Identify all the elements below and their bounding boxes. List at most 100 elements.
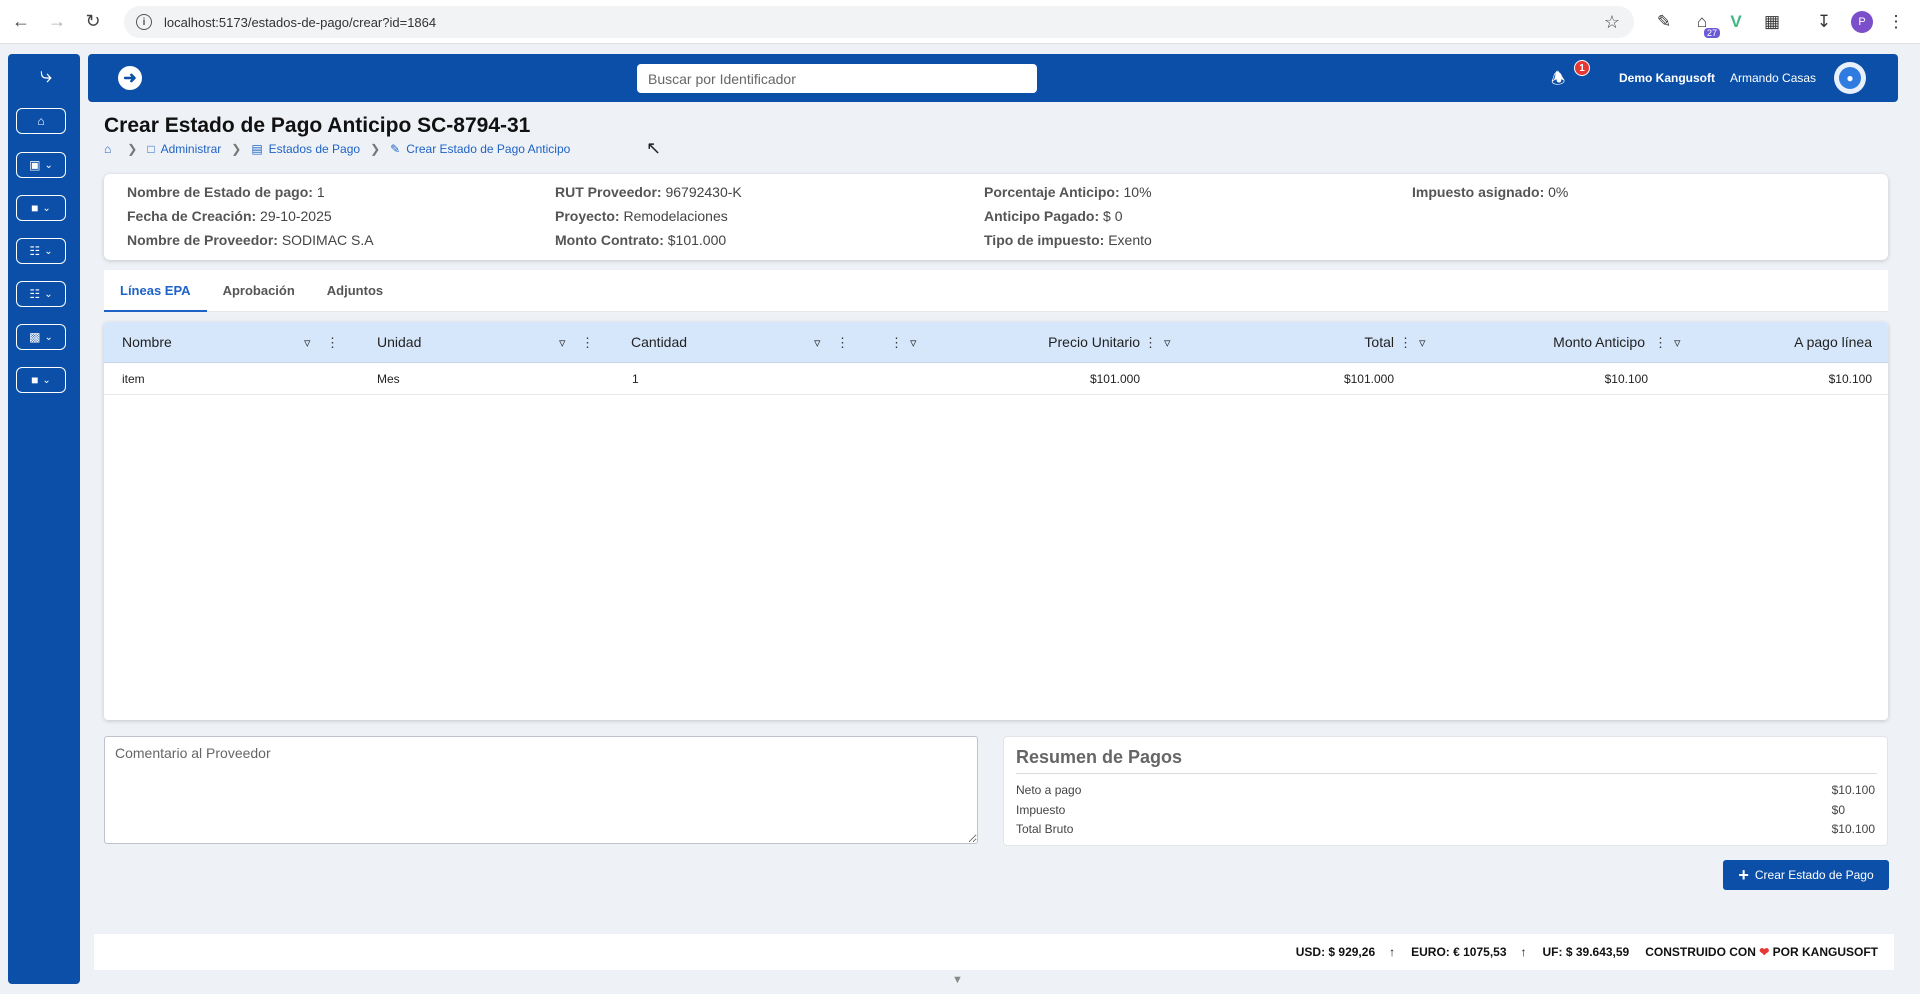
column-menu-icon[interactable]: ⋮: [1144, 322, 1157, 363]
tab-aprobacion[interactable]: Aprobación: [207, 270, 311, 312]
user-name[interactable]: Armando Casas: [1730, 71, 1816, 85]
info-tipo-impuesto: Tipo de impuesto: Exento: [984, 232, 1152, 248]
comment-textarea[interactable]: [104, 736, 978, 844]
download-icon[interactable]: ↧: [1812, 10, 1836, 34]
summary-bruto-value: $10.100: [1831, 822, 1875, 836]
sidebar-monitor-button[interactable]: ▣ ⌄: [16, 152, 66, 178]
address-bar[interactable]: i localhost:5173/estados-de-pago/crear?i…: [124, 6, 1634, 38]
create-button-label: Crear Estado de Pago: [1754, 868, 1874, 882]
reload-button[interactable]: ↻: [78, 7, 108, 37]
chevron-down-icon: ⌄: [44, 159, 53, 171]
monitor-icon: ▣: [29, 158, 41, 172]
eyedropper-extension-icon[interactable]: ✎: [1652, 10, 1676, 34]
url-text: localhost:5173/estados-de-pago/crear?id=…: [164, 14, 437, 30]
filter-icon[interactable]: ▿: [910, 322, 917, 363]
column-header-a-pago-linea[interactable]: A pago línea: [1704, 322, 1872, 363]
summary-impuesto-value: $0: [1831, 803, 1845, 817]
lines-table: Nombre ▿ ⋮ Unidad ▿ ⋮ Cantidad ▿ ⋮ ⋮ ▿ P…: [104, 322, 1888, 720]
column-header-total[interactable]: Total: [1214, 322, 1394, 363]
sidebar-tree-button-2[interactable]: ☷ ⌄: [16, 281, 66, 307]
scroll-down-icon[interactable]: ▼: [952, 974, 963, 986]
browser-toolbar: ← → ↻ i localhost:5173/estados-de-pago/c…: [0, 0, 1920, 44]
column-menu-icon[interactable]: ⋮: [836, 322, 849, 363]
info-proyecto: Proyecto: Remodelaciones: [555, 208, 728, 224]
chevron-down-icon: ⌄: [44, 331, 53, 343]
bookmark-star-icon[interactable]: ☆: [1604, 12, 1620, 33]
info-impuesto-asignado: Impuesto asignado: 0%: [1412, 184, 1569, 200]
info-nombre-estado: Nombre de Estado de pago: 1: [127, 184, 325, 200]
built-with-credit: CONSTRUIDO CON ❤ POR KANGUSOFT: [1645, 945, 1878, 959]
filter-icon[interactable]: ▿: [1419, 322, 1426, 363]
usd-indicator: USD: $ 929,26 ↑: [1295, 945, 1396, 959]
summary-neto-value: $10.100: [1831, 783, 1875, 797]
filter-icon[interactable]: ▿: [559, 322, 566, 363]
tab-lineas-epa[interactable]: Líneas EPA: [104, 270, 207, 312]
column-header-nombre[interactable]: Nombre: [122, 322, 172, 363]
sidebar-money-button[interactable]: ▩ ⌄: [16, 324, 66, 350]
forward-button[interactable]: →: [42, 7, 72, 37]
home-icon[interactable]: ⌂: [104, 142, 111, 156]
sidebar-folder-button-2[interactable]: ■ ⌄: [16, 367, 66, 393]
tab-adjuntos[interactable]: Adjuntos: [311, 270, 399, 312]
extension-icon[interactable]: ⌂ 27: [1690, 10, 1720, 38]
breadcrumb-crear-estado[interactable]: Crear Estado de Pago Anticipo: [406, 142, 570, 156]
column-header-unidad[interactable]: Unidad: [377, 322, 421, 363]
browser-menu-icon[interactable]: ⋮: [1884, 10, 1908, 34]
table-row[interactable]: item Mes 1 $101.000 $101.000 $10.100 $10…: [104, 363, 1888, 395]
extensions-puzzle-icon[interactable]: ▦: [1760, 10, 1784, 34]
app-header: ➜ 🕭 1 Demo Kangusoft Armando Casas ●: [88, 54, 1898, 102]
tree-icon: ☷: [29, 287, 41, 301]
chevron-down-icon: ⌄: [42, 202, 51, 214]
info-fecha-creacion: Fecha de Creación: 29-10-2025: [127, 208, 332, 224]
breadcrumb-estados-de-pago[interactable]: Estados de Pago: [269, 142, 360, 156]
filter-icon[interactable]: ▿: [1674, 322, 1681, 363]
bell-icon[interactable]: 🕭: [1551, 68, 1565, 95]
site-info-icon[interactable]: i: [136, 14, 152, 30]
chevron-right-icon: ❯: [127, 142, 138, 156]
table-header: Nombre ▿ ⋮ Unidad ▿ ⋮ Cantidad ▿ ⋮ ⋮ ▿ P…: [104, 322, 1888, 363]
notification-badge: 1: [1574, 60, 1590, 76]
back-button[interactable]: ←: [6, 7, 36, 37]
sidebar-folder-button[interactable]: ■ ⌄: [16, 195, 66, 221]
filter-icon[interactable]: ▿: [1164, 322, 1171, 363]
info-anticipo-pagado: Anticipo Pagado: $ 0: [984, 208, 1123, 224]
info-monto-contrato: Monto Contrato: $101.000: [555, 232, 727, 248]
cell-cantidad: 1: [632, 372, 639, 386]
filter-icon[interactable]: ▿: [814, 322, 821, 363]
plus-icon: +: [1738, 865, 1749, 885]
sidebar-home-button[interactable]: ⌂: [16, 108, 66, 134]
breadcrumb-administrar[interactable]: Administrar: [161, 142, 222, 156]
filter-icon[interactable]: ▿: [304, 322, 311, 363]
search-input[interactable]: [637, 64, 1037, 93]
vue-devtools-icon[interactable]: V: [1724, 10, 1748, 34]
chevron-down-icon: ⌄: [42, 374, 51, 386]
heart-icon: ❤: [1759, 945, 1770, 959]
summary-impuesto-label: Impuesto: [1016, 803, 1066, 817]
user-avatar[interactable]: ●: [1834, 62, 1866, 94]
breadcrumb: ⌂ ❯ □ Administrar ❯ ▤ Estados de Pago ❯ …: [104, 141, 570, 157]
arrow-right-icon[interactable]: ➜: [118, 66, 142, 90]
column-header-monto-anticipo[interactable]: Monto Anticipo: [1454, 322, 1645, 363]
profile-avatar[interactable]: P: [1851, 11, 1873, 33]
column-menu-icon[interactable]: ⋮: [326, 322, 339, 363]
column-menu-icon[interactable]: ⋮: [581, 322, 594, 363]
document-icon: ▤: [251, 142, 263, 156]
sidebar-tree-button[interactable]: ☷ ⌄: [16, 238, 66, 264]
info-porcentaje-anticipo: Porcentaje Anticipo: 10%: [984, 184, 1152, 200]
column-menu-icon[interactable]: ⋮: [890, 322, 903, 363]
column-header-precio-unitario[interactable]: Precio Unitario: [954, 322, 1140, 363]
info-rut-proveedor: RUT Proveedor: 96792430-K: [555, 184, 742, 200]
footer: USD: $ 929,26 ↑ EURO: € 1075,53 ↑ UF: $ 39…: [94, 934, 1894, 970]
cell-precio-unitario: $101.000: [1089, 372, 1140, 386]
summary-neto-label: Neto a pago: [1016, 783, 1082, 797]
company-name[interactable]: Demo Kangusoft: [1619, 71, 1715, 85]
cell-unidad: Mes: [377, 372, 400, 386]
column-header-cantidad[interactable]: Cantidad: [631, 322, 687, 363]
user-icon: ●: [1839, 67, 1861, 89]
create-estado-de-pago-button[interactable]: + Crear Estado de Pago: [1723, 860, 1889, 890]
column-menu-icon[interactable]: ⋮: [1654, 322, 1667, 363]
chevron-down-icon: ⌄: [44, 288, 53, 300]
money-icon: ▩: [29, 330, 41, 344]
column-menu-icon[interactable]: ⋮: [1399, 322, 1412, 363]
folder-icon: ■: [31, 373, 39, 387]
